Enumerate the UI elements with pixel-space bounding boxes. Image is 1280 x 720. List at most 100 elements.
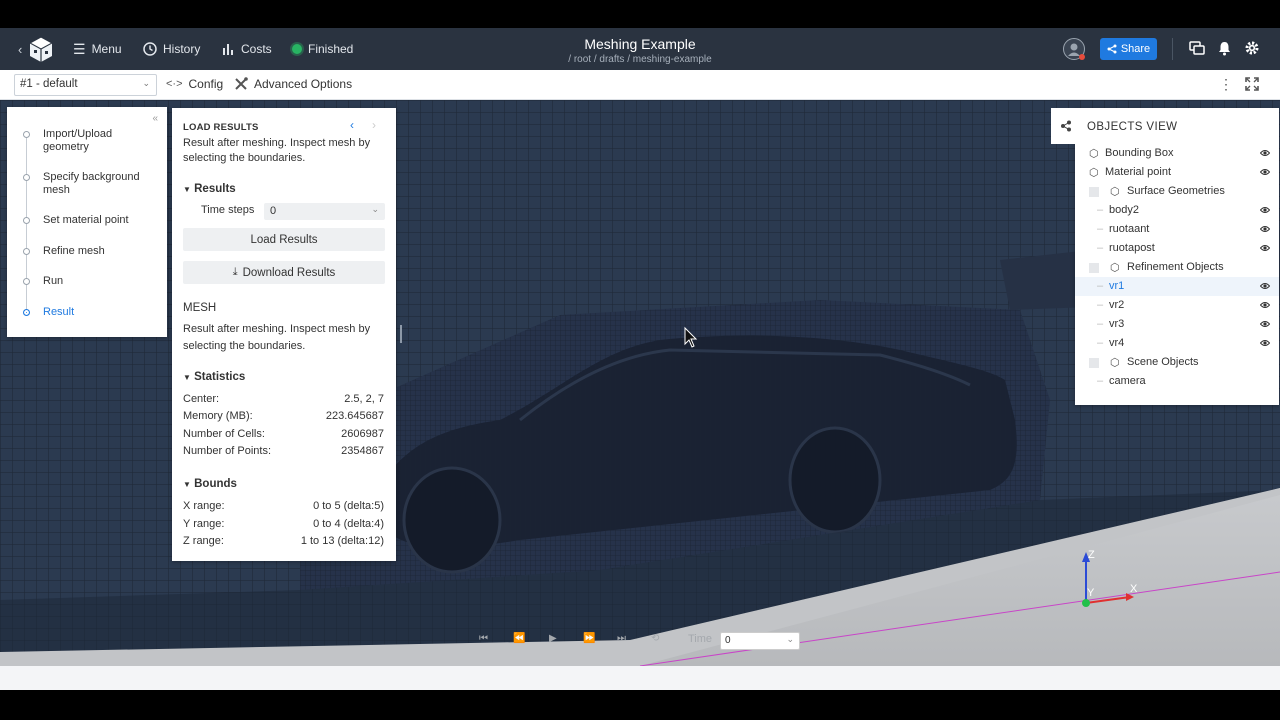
eye-icon[interactable] [1260,205,1270,215]
results-heading: Results [194,183,236,195]
eye-icon[interactable] [1260,243,1270,253]
tree-item-ruotapost[interactable]: – ruotapost [1075,239,1279,258]
next-panel-icon[interactable]: › [372,118,376,132]
eye-icon[interactable] [1260,319,1270,329]
stat-value: 2.5, 2, 7 [344,393,384,405]
loop-icon[interactable]: ⟲ [651,633,659,644]
tree-item-material-point[interactable]: ⬡ Material point [1075,163,1279,182]
step-run[interactable]: Run [43,275,153,288]
config-button[interactable]: <·> Config [166,77,223,91]
bell-icon [1219,42,1230,56]
chat-button[interactable] [1189,41,1205,61]
config-select-value: #1 - default [20,78,78,90]
tree-item-label: camera [1109,375,1146,387]
step-background-mesh[interactable]: Specify background mesh [43,171,153,197]
load-results-button[interactable]: Load Results [183,228,385,251]
cube-icon: ⬡ [1110,357,1120,369]
step-dot [23,217,30,224]
advanced-options-button[interactable]: Advanced Options [234,77,352,91]
user-avatar[interactable] [1063,38,1085,60]
status-strip [0,666,1280,690]
fullscreen-icon[interactable] [1245,77,1259,96]
stat-value: 2354867 [341,445,384,457]
tree-connector: – [1097,280,1104,292]
tree-connector: – [1097,299,1104,311]
tree-item-label: body2 [1109,204,1139,216]
skip-to-end-icon[interactable]: ⏭ [617,633,626,644]
stat-label: Memory (MB): [183,410,253,422]
skip-to-start-icon[interactable]: ⏮ [479,633,488,644]
collapse-icon[interactable]: « [152,113,158,124]
mesh-heading: MESH [183,302,217,314]
step-material-point[interactable]: Set material point [43,214,153,227]
step-forward-icon[interactable]: ⏩ [583,633,595,644]
cube-icon: ⬡ [1110,262,1120,274]
results-section-toggle[interactable]: ▼ Results [183,183,236,195]
status-indicator[interactable]: Finished [292,28,353,70]
cube-icon: ⬡ [1110,186,1120,198]
download-results-button[interactable]: ⤓ Download Results [183,261,385,284]
tree-item-bounding-box[interactable]: ⬡ Bounding Box [1075,144,1279,163]
stat-value: 223.645687 [325,410,384,422]
step-refine-mesh[interactable]: Refine mesh [43,245,153,258]
eye-icon[interactable] [1260,281,1270,291]
tree-group-scene-objects[interactable]: ⬡ Scene Objects [1075,353,1279,372]
step-back-icon[interactable]: ⏪ [513,633,525,644]
settings-button[interactable] [1244,40,1260,61]
gear-icon [1245,41,1259,55]
tree-connector: – [1097,337,1104,349]
clock-icon [143,42,157,56]
time-steps-value: 0 [270,205,277,217]
prev-panel-icon[interactable]: ‹ [350,118,354,132]
y-axis-label: Y [1087,587,1095,599]
time-select[interactable]: 0 ⌄ [720,632,800,650]
code-icon: <·> [166,78,183,90]
tree-item-body2[interactable]: – body2 [1075,201,1279,220]
eye-icon[interactable] [1260,224,1270,234]
step-result[interactable]: Result [43,306,153,319]
x-axis-label: X [1130,583,1138,595]
eye-icon[interactable] [1260,148,1270,158]
history-label: History [163,42,201,56]
eye-icon[interactable] [1260,167,1270,177]
history-button[interactable]: History [143,28,200,70]
z-axis-label: Z [1088,549,1095,561]
download-results-label: Download Results [242,266,336,279]
more-options-icon[interactable]: ⋮ [1219,76,1233,92]
play-icon[interactable]: ▶ [549,633,557,644]
menu-button[interactable]: ☰ Menu [73,28,122,70]
collapse-minus-icon[interactable] [1089,358,1099,368]
tree-item-vr4[interactable]: – vr4 [1075,334,1279,353]
time-label: Time [688,633,713,645]
back-button[interactable]: ‹ [18,28,54,70]
costs-button[interactable]: Costs [222,28,272,70]
eye-icon[interactable] [1260,300,1270,310]
collapse-minus-icon[interactable] [1089,263,1099,273]
share-button[interactable]: Share [1100,38,1157,60]
tree-item-label: vr1 [1109,280,1125,292]
tree-item-vr1[interactable]: – vr1 [1075,277,1279,296]
tree-item-camera[interactable]: – camera [1075,372,1279,391]
share-label: Share [1120,43,1151,55]
panel-resize-handle[interactable] [400,325,402,343]
tree-item-ruotaant[interactable]: – ruotaant [1075,220,1279,239]
load-results-description: Result after meshing. Inspect mesh by se… [183,137,371,164]
config-select[interactable]: #1 - default ⌄ [14,74,157,96]
step-import-geometry[interactable]: Import/Upload geometry [43,128,153,154]
tree-item-vr3[interactable]: – vr3 [1075,315,1279,334]
bounds-heading: Bounds [194,478,237,490]
objects-view-header: OBJECTS VIEW [1051,108,1279,144]
chevron-down-icon: ⌄ [142,78,150,88]
tree-item-vr2[interactable]: – vr2 [1075,296,1279,315]
notifications-button[interactable] [1218,41,1231,61]
statistics-section-toggle[interactable]: ▼ Statistics [183,371,245,383]
time-steps-select[interactable]: 0 ⌄ [264,203,385,220]
tree-group-refinement-objects[interactable]: ⬡ Refinement Objects [1075,258,1279,277]
tree-group-surface-geometries[interactable]: ⬡ Surface Geometries [1075,182,1279,201]
tree-item-label: Material point [1105,166,1172,178]
cube-icon: ⬡ [1089,148,1099,160]
collapse-minus-icon[interactable] [1089,187,1099,197]
bounds-section-toggle[interactable]: ▼ Bounds [183,478,237,490]
eye-icon[interactable] [1260,338,1270,348]
app-logo-icon [29,36,54,62]
